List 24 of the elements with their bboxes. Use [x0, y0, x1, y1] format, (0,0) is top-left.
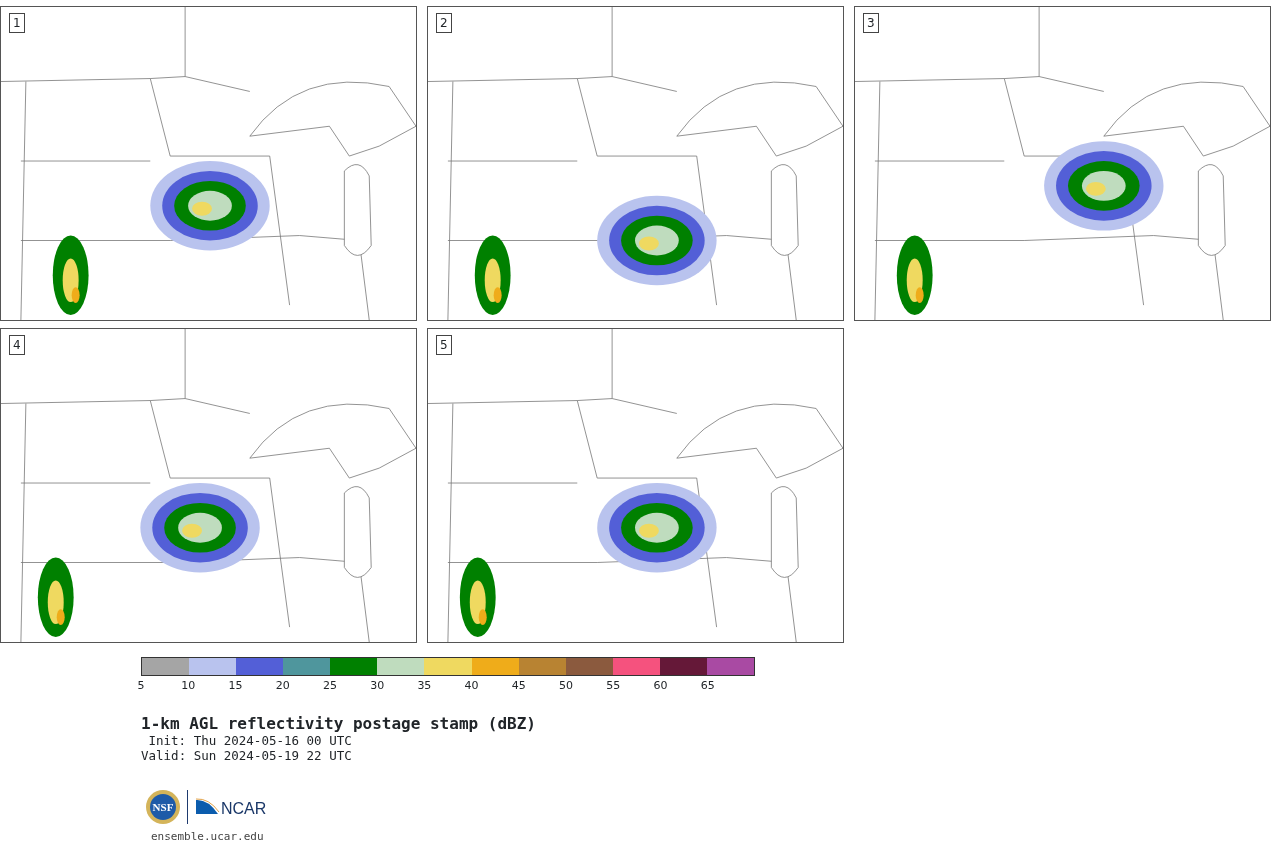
panel-number: 5 [436, 335, 452, 355]
panel-number: 2 [436, 13, 452, 33]
tick-label: 25 [322, 678, 337, 694]
valid-time: Valid: Sun 2024-05-19 22 UTC [141, 748, 353, 763]
tick-label: 30 [370, 678, 385, 694]
tick-label: 15 [228, 678, 243, 694]
panel-number: 4 [9, 335, 25, 355]
tick-label: 45 [511, 678, 526, 694]
nsf-logo: NSF [145, 789, 181, 825]
chart-title: 1-km AGL reflectivity postage stamp (dBZ) [141, 714, 537, 733]
panel-number: 1 [9, 13, 25, 33]
tick-label: 5 [137, 678, 145, 694]
panel-number: 3 [863, 13, 879, 33]
tick-label: 60 [653, 678, 668, 694]
init-time: Init: Thu 2024-05-16 00 UTC [147, 733, 353, 748]
tick-label: 20 [275, 678, 290, 694]
tick-label: 10 [181, 678, 196, 694]
tick-label: 35 [417, 678, 432, 694]
tick-label: 50 [559, 678, 574, 694]
tick-label: 65 [700, 678, 715, 694]
website-url: ensemble.ucar.edu [151, 829, 265, 844]
ncar-logo: NCAR [194, 796, 270, 818]
tick-label: 40 [464, 678, 479, 694]
tick-label: 55 [606, 678, 621, 694]
